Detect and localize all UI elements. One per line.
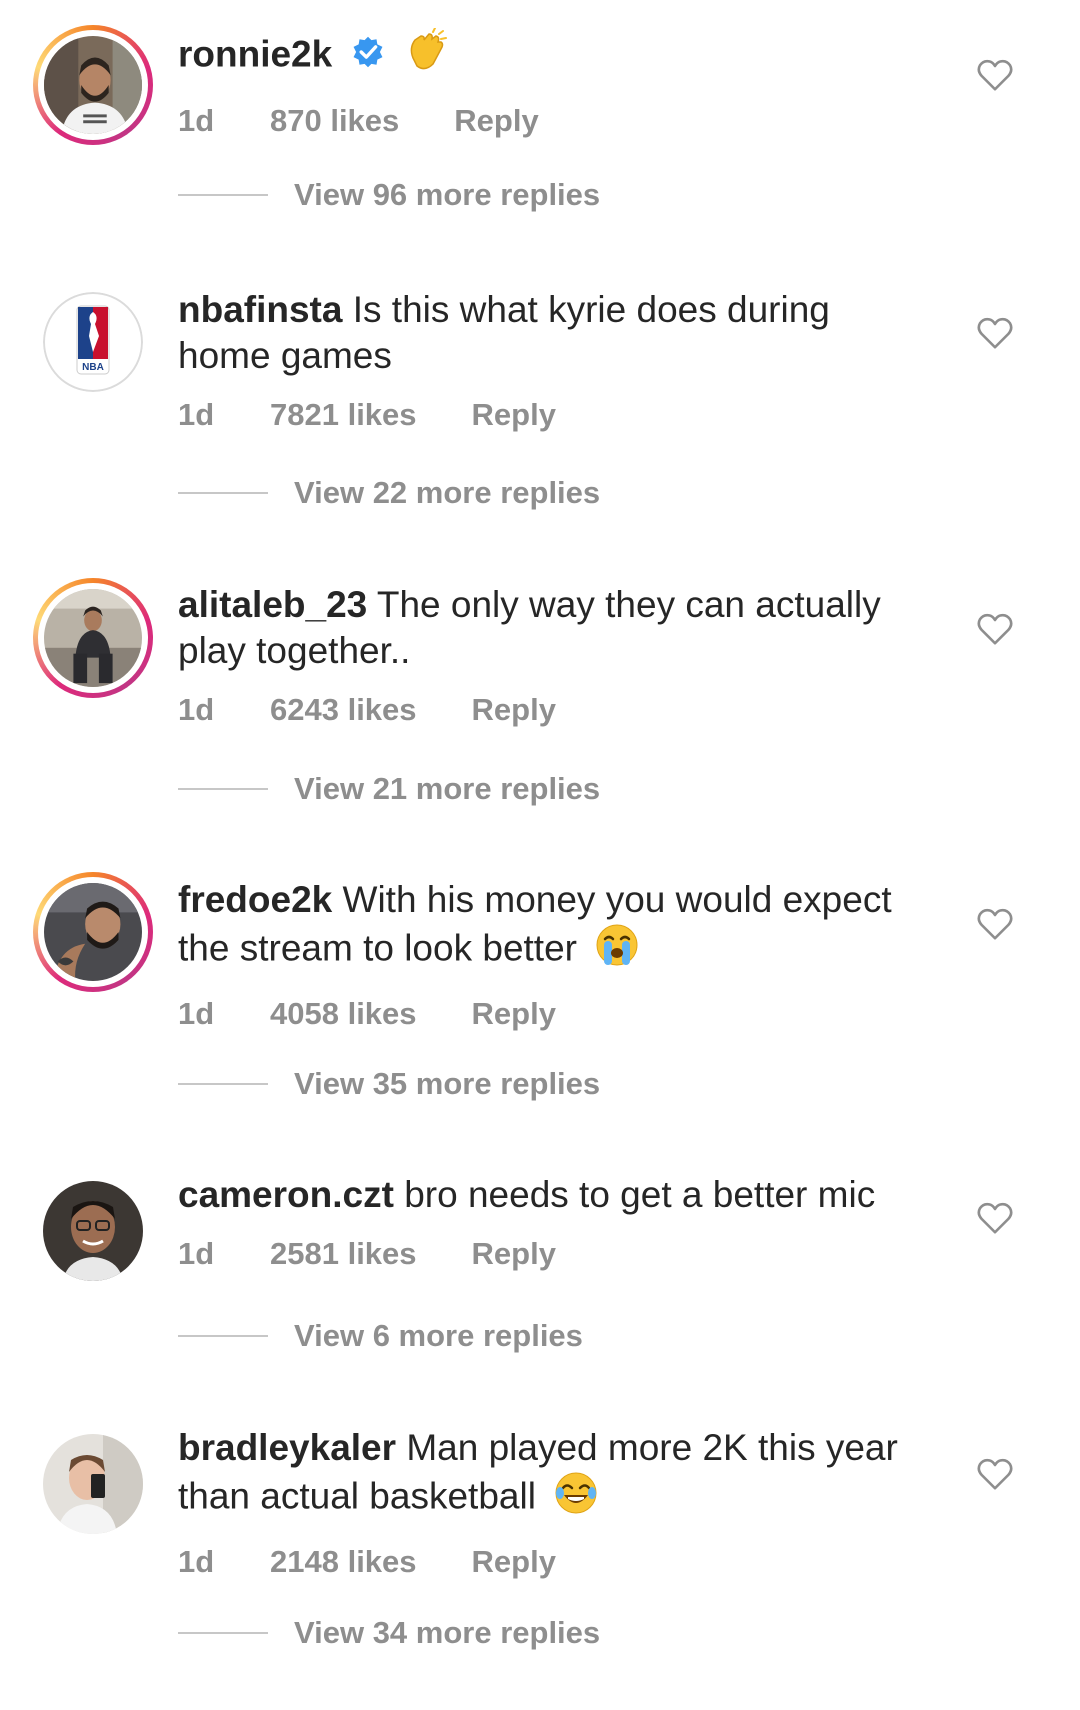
comment-text: Is this what kyrie does during: [352, 289, 830, 330]
replies-divider: [178, 194, 268, 196]
reply-button[interactable]: Reply: [472, 996, 556, 1032]
comment-text: bro needs to get a better mic: [404, 1174, 876, 1215]
comment-text-line2: play together..: [178, 630, 411, 671]
heart-outline-icon[interactable]: [977, 1457, 1013, 1491]
comment-username[interactable]: ronnie2k: [178, 33, 332, 74]
reply-button[interactable]: Reply: [472, 397, 556, 433]
heart-outline-icon[interactable]: [977, 612, 1013, 646]
replies-divider: [178, 1083, 268, 1085]
view-more-replies[interactable]: View 22 more replies: [178, 475, 600, 511]
nba-logo-text: NBA: [82, 362, 104, 373]
comment-likes[interactable]: 6243 likes: [270, 692, 417, 728]
reply-button[interactable]: Reply: [472, 1236, 556, 1272]
avatar[interactable]: [33, 872, 153, 992]
comment-time: 1d: [178, 1544, 215, 1579]
heart-outline-icon[interactable]: [977, 58, 1013, 92]
reply-button[interactable]: Reply: [472, 1544, 556, 1580]
comment-text-line2: than actual basketball: [178, 1475, 536, 1517]
comment-time: 1d: [178, 1236, 215, 1271]
comment-time: 1d: [178, 397, 215, 432]
comment-likes[interactable]: 2148 likes: [270, 1544, 417, 1580]
nba-logo-icon: NBA: [43, 292, 143, 392]
view-more-replies[interactable]: View 34 more replies: [178, 1615, 600, 1651]
avatar-image: [44, 36, 142, 134]
avatar[interactable]: [43, 1181, 143, 1281]
replies-divider: [178, 1335, 268, 1337]
heart-outline-icon[interactable]: [977, 316, 1013, 350]
avatar[interactable]: NBA: [43, 292, 143, 392]
comment-username[interactable]: bradleykaler: [178, 1427, 396, 1468]
comment-likes[interactable]: 7821 likes: [270, 397, 417, 433]
replies-divider: [178, 788, 268, 790]
reply-button[interactable]: Reply: [454, 103, 538, 139]
comment-time: 1d: [178, 103, 215, 138]
comment-text: With his money you would expect: [342, 879, 892, 920]
view-more-replies[interactable]: View 35 more replies: [178, 1066, 600, 1102]
clapping-hands-emoji: [403, 27, 449, 85]
comment-text-line2: home games: [178, 335, 392, 376]
view-more-replies[interactable]: View 6 more replies: [178, 1318, 583, 1354]
avatar-image: [43, 1181, 143, 1281]
comment-time: 1d: [178, 996, 215, 1031]
comment-text: The only way they can actually: [376, 584, 881, 625]
replies-divider: [178, 1632, 268, 1634]
verified-badge-icon: [351, 34, 385, 80]
comment-username[interactable]: cameron.czt: [178, 1174, 394, 1215]
comment-username[interactable]: fredoe2k: [178, 879, 332, 920]
avatar-image: [43, 1434, 143, 1534]
view-replies-label[interactable]: View 6 more replies: [294, 1318, 583, 1354]
view-replies-label[interactable]: View 35 more replies: [294, 1066, 600, 1102]
view-replies-label[interactable]: View 34 more replies: [294, 1615, 600, 1651]
comment-likes[interactable]: 4058 likes: [270, 996, 417, 1032]
comment-username[interactable]: nbafinsta: [178, 289, 342, 330]
comment-likes[interactable]: 2581 likes: [270, 1236, 417, 1272]
view-more-replies[interactable]: View 21 more replies: [178, 771, 600, 807]
replies-divider: [178, 492, 268, 494]
view-replies-label[interactable]: View 21 more replies: [294, 771, 600, 807]
comment-time: 1d: [178, 692, 215, 727]
comment-text-line2: the stream to look better: [178, 927, 577, 969]
face-with-tears-of-joy-emoji: [554, 1471, 598, 1526]
comment-username[interactable]: alitaleb_23: [178, 584, 367, 625]
reply-button[interactable]: Reply: [472, 692, 556, 728]
heart-outline-icon[interactable]: [977, 907, 1013, 941]
view-more-replies[interactable]: View 96 more replies: [178, 177, 600, 213]
view-replies-label[interactable]: View 22 more replies: [294, 475, 600, 511]
comment-text: Man played more 2K this year: [406, 1427, 898, 1468]
comment-likes[interactable]: 870 likes: [270, 103, 399, 139]
view-replies-label[interactable]: View 96 more replies: [294, 177, 600, 213]
avatar[interactable]: [33, 25, 153, 145]
loudly-crying-face-emoji: [595, 923, 639, 978]
avatar-image: [44, 589, 142, 687]
avatar-image: [44, 883, 142, 981]
avatar[interactable]: [43, 1434, 143, 1534]
heart-outline-icon[interactable]: [977, 1201, 1013, 1235]
avatar[interactable]: [33, 578, 153, 698]
